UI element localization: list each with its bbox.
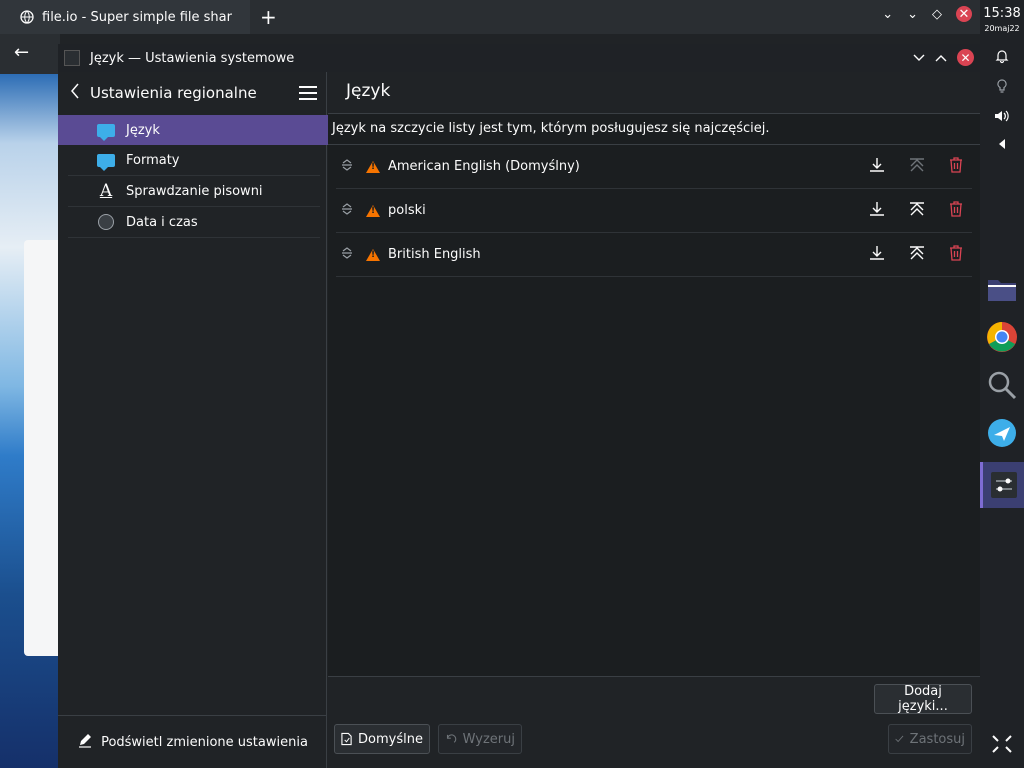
add-languages-button[interactable]: Dodaj języki... xyxy=(874,684,972,714)
content-footer: Dodaj języki... Domyślne Wyzeruj Zastosu… xyxy=(328,676,980,768)
warning-icon xyxy=(366,248,380,261)
globe-icon xyxy=(20,10,34,24)
task-file-manager[interactable] xyxy=(980,266,1024,312)
browser-nav: ← xyxy=(0,34,60,74)
sidebar-item-label: Formaty xyxy=(126,152,180,168)
browser-back-icon[interactable]: ← xyxy=(14,42,29,63)
apply-button[interactable]: Zastosuj xyxy=(888,724,972,754)
undo-icon xyxy=(446,734,457,743)
download-icon[interactable] xyxy=(868,200,886,218)
bell-icon[interactable] xyxy=(980,48,1024,68)
delete-icon[interactable] xyxy=(948,244,964,262)
system-settings-window: Język — Ustawienia systemowe ✕ Ustawieni… xyxy=(58,44,980,768)
language-name: American English (Domyślny) xyxy=(388,159,580,174)
browser-tabbar: file.io - Super simple file sharing + ⌄ … xyxy=(0,0,980,34)
content-area: Język Język na szczycie listy jest tym, … xyxy=(328,72,980,768)
list-item[interactable]: polski xyxy=(336,189,972,233)
page-title: Język xyxy=(346,81,391,101)
drag-handle-icon[interactable] xyxy=(340,202,354,219)
search-icon xyxy=(988,371,1017,400)
browser-tab[interactable]: file.io - Super simple file sharing xyxy=(0,0,250,34)
download-icon[interactable] xyxy=(868,156,886,174)
content-header: Język xyxy=(328,72,980,114)
chrome-icon xyxy=(987,322,1017,352)
minimize-button[interactable] xyxy=(913,51,925,65)
move-to-top-icon[interactable] xyxy=(908,200,926,218)
sidebar-item-datetime[interactable]: Data i czas xyxy=(68,207,320,238)
browser-close-icon[interactable]: ✕ xyxy=(956,6,972,22)
reset-label: Wyzeruj xyxy=(462,731,515,747)
task-search[interactable] xyxy=(980,362,1024,408)
browser-tab-title: file.io - Super simple file sharing xyxy=(42,9,232,25)
hamburger-menu-icon[interactable] xyxy=(299,82,317,104)
window-titlebar[interactable]: Język — Ustawienia systemowe ✕ xyxy=(58,44,980,72)
list-item[interactable]: British English xyxy=(336,233,972,277)
sidebar-list: Język Formaty A Sprawdzanie pisowni Data… xyxy=(58,115,330,238)
delete-icon[interactable] xyxy=(948,156,964,174)
clock-time[interactable]: 15:38 xyxy=(980,6,1024,21)
sidebar-item-formats[interactable]: Formaty xyxy=(68,145,320,176)
folder-icon xyxy=(988,280,1016,301)
language-name: British English xyxy=(388,247,481,262)
spellcheck-icon: A xyxy=(99,181,113,201)
clock-date[interactable]: 20maj22 xyxy=(980,24,1024,33)
chevron-down-icon[interactable]: ⌄ xyxy=(882,7,893,22)
expand-tray-icon[interactable] xyxy=(980,138,1024,154)
sidebar-item-label: Data i czas xyxy=(126,214,198,230)
document-icon xyxy=(341,732,352,746)
maximize-icon[interactable]: ◇ xyxy=(932,7,942,22)
task-kde-connect[interactable] xyxy=(980,410,1024,456)
app-icon[interactable] xyxy=(64,50,80,66)
sidebar-header: Ustawienia regionalne xyxy=(58,72,327,114)
sidebar-item-label: Język xyxy=(126,122,160,138)
move-to-top-icon[interactable] xyxy=(908,244,926,262)
sidebar-title: Ustawienia regionalne xyxy=(90,84,257,102)
new-tab-button[interactable]: + xyxy=(260,5,277,29)
task-system-settings[interactable] xyxy=(980,462,1024,508)
move-to-top-icon xyxy=(908,156,926,174)
apply-label: Zastosuj xyxy=(909,731,965,747)
highlight-changed-label: Podświetl zmienione ustawienia xyxy=(101,734,308,750)
download-icon[interactable] xyxy=(868,244,886,262)
lightbulb-icon[interactable] xyxy=(980,78,1024,98)
volume-icon[interactable] xyxy=(980,108,1024,128)
maximize-button[interactable] xyxy=(935,51,947,65)
warning-icon xyxy=(366,204,380,217)
list-item[interactable]: American English (Domyślny) xyxy=(336,145,972,189)
sidebar-item-label: Sprawdzanie pisowni xyxy=(126,183,263,199)
pen-icon xyxy=(77,732,93,752)
window-close-button[interactable]: ✕ xyxy=(957,49,974,66)
chat-bubble-icon xyxy=(96,152,116,171)
language-name: polski xyxy=(388,203,426,218)
highlight-changed-button[interactable]: Podświetl zmienione ustawienia xyxy=(58,715,327,768)
drag-handle-icon[interactable] xyxy=(340,246,354,263)
sidebar: Ustawienia regionalne Język Formaty A Sp… xyxy=(58,72,330,768)
minimize-icon[interactable]: ⌄ xyxy=(907,7,918,22)
window-title: Język — Ustawienia systemowe xyxy=(90,50,295,66)
sidebar-item-language[interactable]: Język xyxy=(58,115,330,145)
info-text: Język na szczycie listy jest tym, którym… xyxy=(332,121,770,136)
defaults-button[interactable]: Domyślne xyxy=(334,724,430,754)
task-chrome[interactable] xyxy=(980,314,1024,360)
sidebar-item-spellcheck[interactable]: A Sprawdzanie pisowni xyxy=(68,176,320,207)
drag-handle-icon[interactable] xyxy=(340,158,354,175)
chat-bubble-icon xyxy=(96,122,116,141)
panel-config-icon[interactable] xyxy=(980,732,1024,760)
defaults-label: Domyślne xyxy=(358,731,423,747)
language-list: American English (Domyślny) xyxy=(336,145,972,277)
system-panel: 15:38 20maj22 xyxy=(980,0,1024,768)
delete-icon[interactable] xyxy=(948,200,964,218)
clock-icon xyxy=(96,214,116,230)
reset-button[interactable]: Wyzeruj xyxy=(438,724,522,754)
warning-icon xyxy=(366,160,380,173)
settings-sliders-icon xyxy=(990,472,1017,498)
checkmark-icon xyxy=(895,735,904,743)
plane-icon xyxy=(988,419,1016,447)
back-icon[interactable] xyxy=(70,83,80,104)
